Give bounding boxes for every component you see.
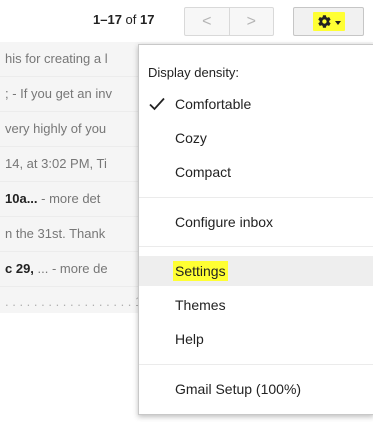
display-density-header: Display density: xyxy=(148,65,240,80)
email-snippet: his for creating a l xyxy=(5,51,108,66)
pagination-range: 1–17 xyxy=(93,12,122,27)
email-snippet: very highly of you xyxy=(5,121,107,136)
toolbar: 1–17 of 17 < > xyxy=(0,0,373,42)
caret-down-icon xyxy=(334,20,341,25)
menu-item-gmail-setup[interactable]: Gmail Setup (100%) xyxy=(139,374,373,404)
menu-item-label: Themes xyxy=(175,297,226,313)
settings-dropdown-menu: Display density: Comfortable Cozy Compac… xyxy=(138,44,373,415)
menu-item-label: Cozy xyxy=(175,130,207,146)
email-snippet: n the 31st. Thank xyxy=(5,226,106,241)
menu-divider xyxy=(139,364,373,365)
menu-item-label: Compact xyxy=(175,164,232,180)
menu-item-compact[interactable]: Compact xyxy=(139,157,373,187)
menu-item-label: Configure inbox xyxy=(175,214,274,230)
menu-divider xyxy=(139,197,373,198)
pager: < > xyxy=(184,7,274,36)
gear-icon xyxy=(317,15,331,28)
newer-button[interactable]: < xyxy=(185,8,229,35)
menu-item-comfortable[interactable]: Comfortable xyxy=(139,89,373,119)
checkmark-icon xyxy=(149,97,165,111)
menu-item-label: Gmail Setup (100%) xyxy=(175,381,302,397)
email-snippet-strong: 10a... xyxy=(5,191,38,206)
menu-item-configure-inbox[interactable]: Configure inbox xyxy=(139,207,373,237)
chevron-right-icon: > xyxy=(246,12,256,30)
settings-gear-button[interactable] xyxy=(293,7,364,36)
pagination-total: 17 xyxy=(140,12,155,27)
menu-divider xyxy=(139,246,373,247)
email-snippet: ; - If you get an inv xyxy=(5,86,112,101)
menu-item-label: Help xyxy=(175,331,204,347)
email-snippet: ... - more de xyxy=(33,261,108,276)
chevron-left-icon: < xyxy=(202,12,212,30)
menu-item-label: Settings xyxy=(173,261,228,281)
menu-item-cozy[interactable]: Cozy xyxy=(139,123,373,153)
pagination-of: of xyxy=(125,12,137,27)
email-snippet-strong: c 29, xyxy=(5,261,34,276)
menu-item-themes[interactable]: Themes xyxy=(139,290,373,320)
email-snippet: 14, at 3:02 PM, Ti xyxy=(5,156,107,171)
menu-item-settings[interactable]: Settings xyxy=(139,256,373,286)
older-button[interactable]: > xyxy=(228,8,274,35)
menu-item-label: Comfortable xyxy=(175,96,252,112)
menu-item-help[interactable]: Help xyxy=(139,324,373,354)
pagination-count: 1–17 of 17 xyxy=(93,12,154,27)
gear-highlight xyxy=(312,12,345,31)
email-snippet: - more det xyxy=(37,191,101,206)
